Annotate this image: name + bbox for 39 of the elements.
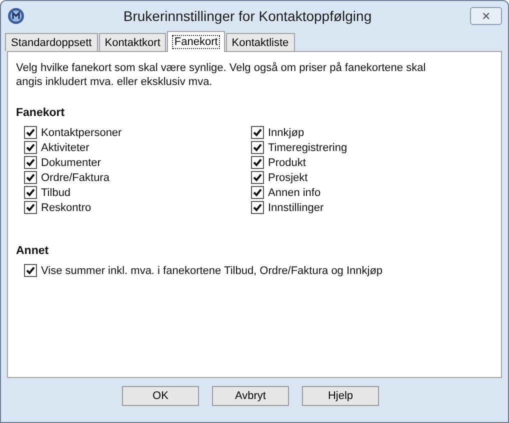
- checkbox-label: Kontaktpersoner: [41, 126, 122, 138]
- app-logo-icon: [7, 7, 25, 25]
- dialog-button[interactable]: Avbryt: [212, 386, 289, 406]
- tab[interactable]: Standardoppsett: [5, 33, 98, 51]
- checkbox-label: Innkjøp: [268, 126, 304, 138]
- tab[interactable]: Kontaktliste: [226, 33, 295, 51]
- checkbox-label: Ordre/Faktura: [41, 172, 110, 184]
- checkbox[interactable]: [251, 171, 264, 184]
- dialog-button[interactable]: OK: [122, 386, 199, 406]
- checkbox[interactable]: [24, 156, 37, 169]
- checkbox-label: Dokumenter: [41, 156, 101, 168]
- checkbox[interactable]: [24, 171, 37, 184]
- checkbox[interactable]: [24, 126, 37, 139]
- checkbox[interactable]: [24, 201, 37, 214]
- checkbox-label: Produkt: [268, 156, 306, 168]
- checkbox-label: Timeregistrering: [268, 142, 348, 154]
- checkbox[interactable]: [24, 186, 37, 199]
- window-title: Brukerinnstillinger for Kontaktoppfølging: [122, 8, 373, 24]
- checkbox-label: Prosjekt: [268, 172, 308, 184]
- close-button[interactable]: ✕: [470, 7, 502, 25]
- checkbox[interactable]: [251, 126, 264, 139]
- checkbox-label: Vise summer inkl. mva. i fanekortene Tilbud, Ordre/Faktura og Innkjøp: [41, 264, 383, 276]
- tab[interactable]: Kontaktkort: [98, 33, 166, 51]
- checkbox-label: Tilbud: [41, 186, 71, 198]
- checkbox[interactable]: [251, 201, 264, 214]
- section-heading: Annet: [16, 245, 50, 257]
- checkbox[interactable]: [24, 264, 37, 277]
- checkbox[interactable]: [24, 141, 37, 154]
- checkbox-label: Reskontro: [41, 202, 92, 214]
- intro-text: Velg hvilke fanekort som skal være synlige. Velg også om priser på fanekortene skal angis inkludert mva. eller eksklusiv mva.: [16, 61, 427, 89]
- tab[interactable]: Fanekort: [167, 31, 225, 52]
- checkbox[interactable]: [251, 186, 264, 199]
- checkbox[interactable]: [251, 156, 264, 169]
- checkbox-label: Innstillinger: [268, 202, 324, 214]
- dialog-button[interactable]: Hjelp: [302, 386, 379, 406]
- checkbox-label: Annen info: [268, 186, 321, 198]
- checkbox-label: Aktiviteter: [41, 142, 90, 154]
- checkbox[interactable]: [251, 141, 264, 154]
- section-heading: Fanekort: [16, 107, 66, 119]
